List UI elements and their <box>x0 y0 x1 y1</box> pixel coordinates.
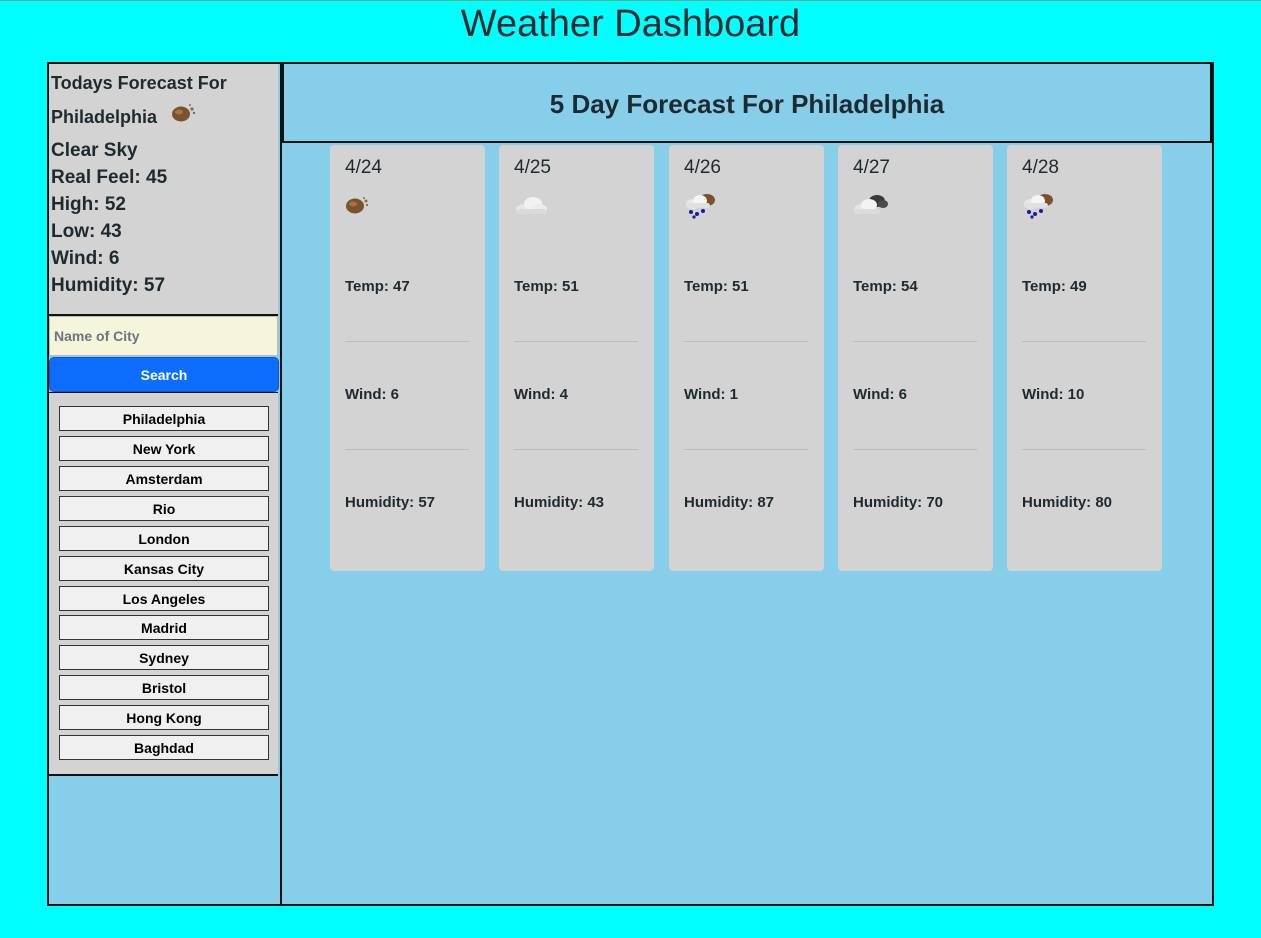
forecast-date: 4/26 <box>684 157 721 178</box>
forecast-humidity: Humidity: 87 <box>684 494 775 511</box>
rain-icon <box>1019 189 1059 224</box>
divider <box>684 449 808 450</box>
forecast-temp: Temp: 51 <box>514 278 579 295</box>
history-button-baghdad[interactable]: Baghdad <box>59 735 269 760</box>
divider <box>684 341 808 342</box>
forecast-humidity: Humidity: 43 <box>514 494 605 511</box>
today-description: Clear Sky <box>51 140 138 161</box>
forecast-wind: Wind: 4 <box>514 386 569 403</box>
divider <box>345 341 469 342</box>
today-heading-text: Todays Forecast For Philadelphia <box>51 73 227 127</box>
forecast-header: 5 Day Forecast For Philadelphia <box>282 64 1212 143</box>
forecast-title: 5 Day Forecast For Philadelphia <box>549 89 945 119</box>
today-real-feel: Real Feel: 45 <box>51 167 168 188</box>
partly-cloudy-icon <box>342 189 376 224</box>
forecast-wind: Wind: 10 <box>1022 386 1085 403</box>
forecast-date: 4/24 <box>345 157 382 178</box>
today-low: Low: 43 <box>51 221 122 242</box>
history-button-bristol[interactable]: Bristol <box>59 675 269 700</box>
overcast-icon <box>850 189 890 224</box>
forecast-card: 4/26 Temp: 51 Wind: 1 Humidity: 87 <box>669 145 824 571</box>
today-humidity: Humidity: 57 <box>51 275 166 296</box>
forecast-humidity: Humidity: 57 <box>345 494 436 511</box>
forecast-temp: Temp: 54 <box>853 278 918 295</box>
forecast-card: 4/24 Temp: 47 Wind: 6 Humidity: 57 <box>330 145 485 571</box>
divider <box>853 449 977 450</box>
forecast-temp: Temp: 47 <box>345 278 410 295</box>
rain-icon <box>681 189 721 224</box>
forecast-card: 4/25 Temp: 51 Wind: 4 Humidity: 43 <box>499 145 654 571</box>
divider <box>1022 449 1146 450</box>
today-high: High: 52 <box>51 194 126 215</box>
history-button-london[interactable]: London <box>59 526 269 551</box>
search-button[interactable]: Search <box>49 357 279 392</box>
history-button-madrid[interactable]: Madrid <box>59 615 269 640</box>
history-button-los-angeles[interactable]: Los Angeles <box>59 586 269 611</box>
forecast-wind: Wind: 6 <box>853 386 908 403</box>
history-button-rio[interactable]: Rio <box>59 496 269 521</box>
sidebar: Todays Forecast For Philadelphia Clear S… <box>49 64 282 904</box>
dashboard-frame: Todays Forecast For Philadelphia Clear S… <box>47 62 1214 906</box>
city-search-input[interactable] <box>49 316 278 356</box>
partly-cloudy-icon <box>170 101 198 135</box>
divider <box>514 449 638 450</box>
forecast-humidity: Humidity: 70 <box>853 494 944 511</box>
forecast-date: 4/25 <box>514 157 551 178</box>
forecast-humidity: Humidity: 80 <box>1022 494 1113 511</box>
history-button-hong-kong[interactable]: Hong Kong <box>59 705 269 730</box>
divider <box>1022 341 1146 342</box>
forecast-card: 4/28 Temp: 49 Wind: 10 Humidity: 80 <box>1007 145 1162 571</box>
today-heading: Todays Forecast For Philadelphia <box>51 66 277 135</box>
forecast-card: 4/27 Temp: 54 Wind: 6 Humidity: 70 <box>838 145 993 571</box>
page-title: Weather Dashboard <box>460 3 801 45</box>
history-button-kansas-city[interactable]: Kansas City <box>59 556 269 581</box>
today-stats: Clear Sky Real Feel: 45 High: 52 Low: 43… <box>51 137 167 299</box>
forecast-date: 4/27 <box>853 157 890 178</box>
history-button-sydney[interactable]: Sydney <box>59 645 269 670</box>
top-border <box>0 0 1261 1</box>
forecast-wind: Wind: 6 <box>345 386 400 403</box>
divider <box>853 341 977 342</box>
forecast-temp: Temp: 51 <box>684 278 749 295</box>
history-button-amsterdam[interactable]: Amsterdam <box>59 466 269 491</box>
forecast-wind: Wind: 1 <box>684 386 739 403</box>
search-history-list: Philadelphia New York Amsterdam Rio Lond… <box>49 392 278 776</box>
today-panel: Todays Forecast For Philadelphia Clear S… <box>49 64 278 316</box>
forecast-temp: Temp: 49 <box>1022 278 1087 295</box>
forecast-date: 4/28 <box>1022 157 1059 178</box>
history-button-philadelphia[interactable]: Philadelphia <box>59 406 269 431</box>
history-button-new-york[interactable]: New York <box>59 436 269 461</box>
divider <box>345 449 469 450</box>
cloud-icon <box>511 189 551 224</box>
divider <box>514 341 638 342</box>
today-wind: Wind: 6 <box>51 248 120 269</box>
